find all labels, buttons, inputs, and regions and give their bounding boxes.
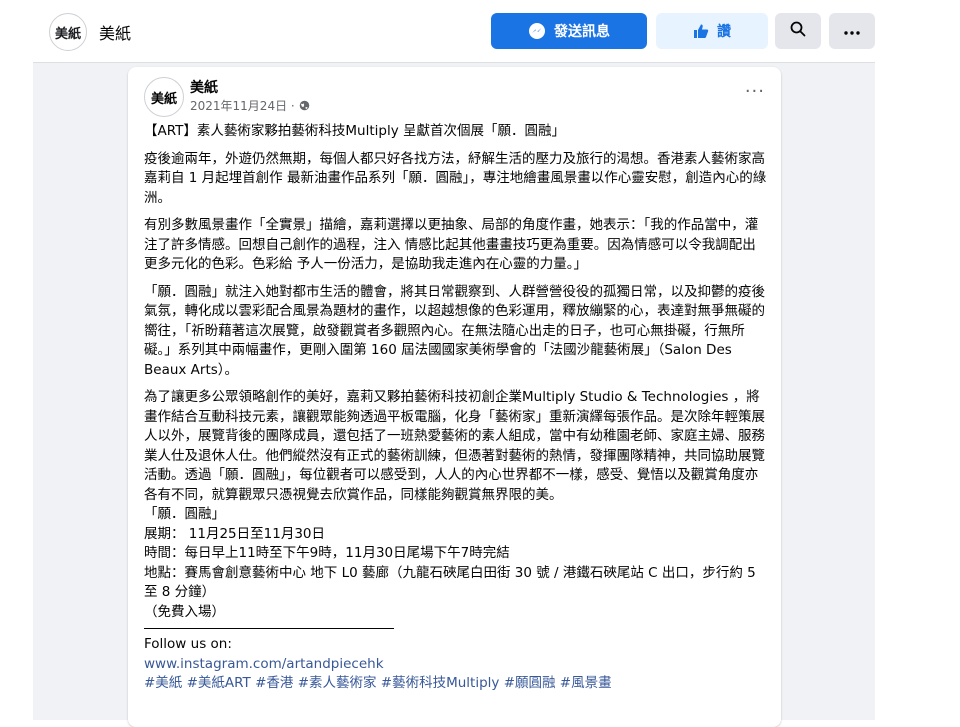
post-paragraph: 疫後逾兩年，外遊仍然無期，每個人都只好各找方法，紓解生活的壓力及旅行的渴想。香港… — [144, 150, 767, 206]
hashtag-links[interactable]: #美紙 #美紙ART #香港 #素人藝術家 #藝術科技Multiply #願圓融… — [144, 674, 768, 694]
post-title: 【ART】素人藝術家夥拍藝術科技Multiply 呈獻首次個展「願．圓融」 — [144, 123, 565, 139]
like-button[interactable]: 讚 — [656, 13, 768, 49]
send-message-button[interactable]: 發送訊息 — [491, 13, 647, 49]
thumbs-up-icon — [693, 23, 709, 39]
exhibition-hours: 時間：每日早上11時至下午9時，11月30日尾場下午7時完結 — [144, 545, 510, 561]
post-paragraph: 「願．圓融」就注入她對都市生活的體會，將其日常觀察到、人群營營役役的孤獨日常，以… — [144, 283, 765, 378]
post-paragraph: 有別多數風景畫作「全實景」描繪，嘉莉選擇以更抽象、局部的角度作畫，她表示：「我的… — [144, 217, 759, 272]
page-name[interactable]: 美紙 — [99, 20, 131, 44]
divider — [144, 628, 394, 629]
messenger-icon — [528, 22, 546, 40]
post-card: 美紙 美紙 2021年11月24日 · ··· 【ART】素人藝術家夥拍藝術科技… — [128, 67, 781, 727]
globe-icon — [299, 100, 310, 111]
like-label: 讚 — [717, 24, 731, 40]
post-date-text[interactable]: 2021年11月24日 · — [190, 97, 295, 114]
page-header: 美紙 美紙 發送訊息 讚 — [33, 0, 875, 63]
post-body: 【ART】素人藝術家夥拍藝術科技Multiply 呈獻首次個展「願．圓融」 疫後… — [144, 122, 768, 694]
post-author[interactable]: 美紙 — [190, 77, 218, 97]
search-button[interactable] — [775, 13, 821, 49]
exhibition-dates: 展期： 11月25日至11月30日 — [144, 525, 326, 542]
post-avatar[interactable]: 美紙 — [144, 77, 184, 117]
send-message-label: 發送訊息 — [554, 24, 610, 40]
more-options-button[interactable] — [829, 13, 875, 49]
page-avatar[interactable]: 美紙 — [49, 13, 87, 51]
exhibition-title: 「願．圓融」 — [144, 506, 225, 522]
post-timestamp[interactable]: 2021年11月24日 · — [190, 97, 310, 114]
exhibition-venue: 地點：賽馬會創意藝術中心 地下 L0 藝廊（九龍石硤尾白田街 30 號 / 港鐵… — [144, 564, 756, 601]
post-more-menu-icon[interactable]: ··· — [745, 83, 765, 101]
follow-label: Follow us on: — [144, 636, 232, 652]
post-paragraph: 為了讓更多公眾領略創作的美好，嘉莉又夥拍藝術科技初創企業Multiply Stu… — [144, 389, 765, 503]
more-dots-icon — [844, 23, 860, 39]
exhibition-admission: （免費入場） — [144, 603, 225, 620]
instagram-link[interactable]: www.instagram.com/artandpiecehk — [144, 655, 768, 675]
search-icon — [790, 21, 806, 41]
